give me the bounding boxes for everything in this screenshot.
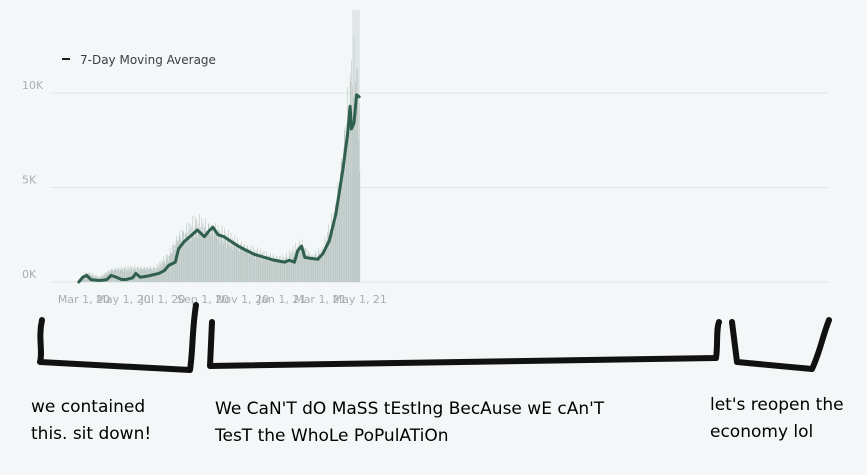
bracket-early [37,302,199,373]
x-tick-label: May 1, 21 [333,293,387,306]
caption-middle-line-2: TesT the WhoLe PoPulATiOn [215,426,449,446]
caption-early-line-2: this. sit down! [31,424,152,444]
bracket-late [729,317,832,372]
caption-late: let's reopen the economy lol [710,392,844,446]
daily-bars [79,35,361,282]
caption-middle-line-1: We CaN'T dO MaSS tEstIng BecAuse wE cAn'… [215,399,605,419]
caption-early-line-1: we contained [31,397,146,417]
caption-early: we contained this. sit down! [31,394,151,448]
legend: 7-Day Moving Average [62,53,216,67]
caption-late-line-1: let's reopen the [710,395,844,415]
y-axis-ticks: 0K 5K 10K [22,79,44,281]
legend-label: 7-Day Moving Average [80,53,216,67]
caption-middle: We CaN'T dO MaSS tEstIng BecAuse wE cAn'… [215,396,604,450]
y-tick-label: 5K [22,174,37,187]
gridlines [50,92,828,283]
y-tick-label: 0K [22,268,37,281]
moving-average-line [77,93,361,284]
bracket-middle [207,319,722,369]
caption-late-line-2: economy lol [710,422,814,442]
x-axis-ticks: Mar 1, 20May 1, 20Jul 1, 20Sep 1, 20Nov … [58,293,387,306]
hand-drawn-brackets [37,302,832,373]
y-tick-label: 10K [22,79,44,92]
